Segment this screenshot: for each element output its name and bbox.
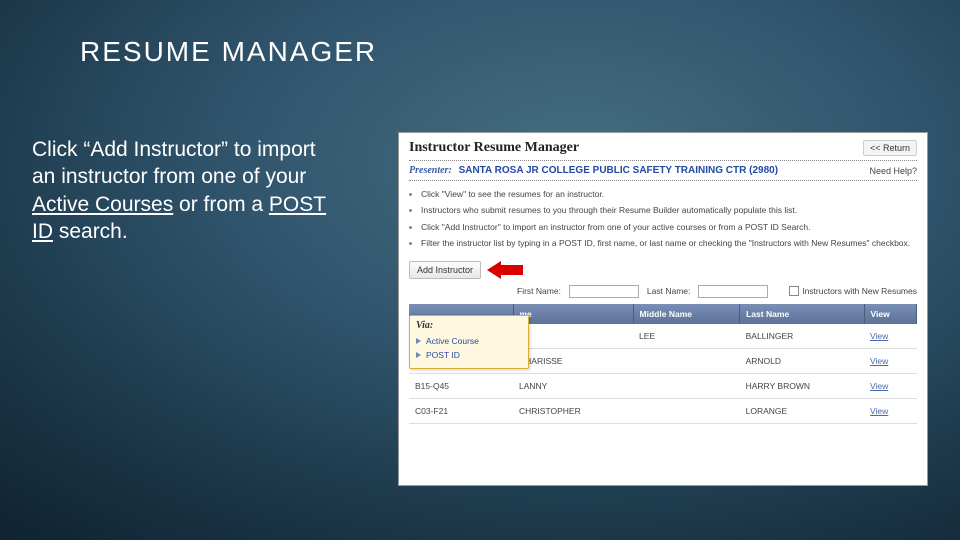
last-name-label: Last Name: bbox=[647, 286, 690, 296]
cell-middlename bbox=[633, 398, 740, 423]
presenter-row: Presenter: SANTA ROSA JR COLLEGE PUBLIC … bbox=[399, 161, 927, 180]
add-instructor-button[interactable]: Add Instructor bbox=[409, 261, 481, 279]
new-resumes-label: Instructors with New Resumes bbox=[802, 286, 917, 296]
col-header[interactable]: Middle Name bbox=[633, 304, 740, 324]
presenter-name: SANTA ROSA JR COLLEGE PUBLIC SAFETY TRAI… bbox=[459, 165, 778, 176]
instruction-mid: or from a bbox=[173, 193, 269, 216]
instruction-post: search. bbox=[53, 220, 128, 243]
view-link[interactable]: View bbox=[870, 331, 888, 341]
first-name-input[interactable] bbox=[569, 285, 639, 298]
cell-postid: B15-Q45 bbox=[409, 373, 513, 398]
app-window: Instructor Resume Manager << Return Pres… bbox=[398, 132, 928, 486]
slide-title: RESUME MANAGER bbox=[80, 36, 377, 68]
via-option-active-course[interactable]: Active Course bbox=[416, 334, 522, 348]
first-name-label: First Name: bbox=[517, 286, 561, 296]
cell-middlename: LEE bbox=[633, 324, 740, 349]
cell-lastname: LORANGE bbox=[740, 398, 864, 423]
presenter-label: Presenter: bbox=[409, 165, 452, 176]
cell-lastname: BALLINGER bbox=[740, 324, 864, 349]
via-popup-title: Via: bbox=[416, 320, 522, 331]
help-bullet: Instructors who submit resumes to you th… bbox=[421, 203, 917, 217]
view-link[interactable]: View bbox=[870, 406, 888, 416]
add-instructor-row: Add Instructor bbox=[399, 259, 927, 283]
return-button[interactable]: << Return bbox=[863, 140, 917, 156]
checkbox-icon bbox=[789, 286, 799, 296]
cell-lastname: ARNOLD bbox=[740, 348, 864, 373]
instruction-link-active-courses: Active Courses bbox=[32, 193, 173, 216]
window-titlebar: Instructor Resume Manager << Return bbox=[399, 133, 927, 160]
view-link[interactable]: View bbox=[870, 356, 888, 366]
via-popup: Via: Active Course POST ID bbox=[409, 315, 529, 369]
table-row: C03-F21 CHRISTOPHER LORANGE View bbox=[409, 398, 917, 423]
cell-firstname: CHRISTOPHER bbox=[513, 398, 633, 423]
callout-arrow-icon bbox=[487, 261, 523, 279]
help-bullets: Click "View" to see the resumes for an i… bbox=[399, 181, 927, 259]
col-header[interactable]: me bbox=[513, 304, 633, 324]
new-resumes-checkbox[interactable]: Instructors with New Resumes bbox=[789, 286, 917, 296]
help-bullet: Click "Add Instructor" to import an inst… bbox=[421, 220, 917, 234]
window-title: Instructor Resume Manager bbox=[409, 140, 579, 156]
need-help-link[interactable]: Need Help? bbox=[869, 166, 917, 176]
help-bullet: Click "View" to see the resumes for an i… bbox=[421, 187, 917, 201]
view-link[interactable]: View bbox=[870, 381, 888, 391]
cell-middlename bbox=[633, 348, 740, 373]
filter-row: First Name: Last Name: Instructors with … bbox=[399, 283, 927, 302]
col-header[interactable]: Last Name bbox=[740, 304, 864, 324]
table-row: B15-Q45 LANNY HARRY BROWN View bbox=[409, 373, 917, 398]
instruction-text: Click “Add Instructor” to import an inst… bbox=[32, 136, 342, 245]
cell-postid: C03-F21 bbox=[409, 398, 513, 423]
help-bullet: Filter the instructor list by typing in … bbox=[421, 236, 917, 250]
instruction-pre: Click “Add Instructor” to import an inst… bbox=[32, 138, 316, 188]
cell-lastname: HARRY BROWN bbox=[740, 373, 864, 398]
via-option-post-id[interactable]: POST ID bbox=[416, 348, 522, 362]
cell-firstname: LANNY bbox=[513, 373, 633, 398]
cell-firstname: CHARISSE bbox=[513, 348, 633, 373]
last-name-input[interactable] bbox=[698, 285, 768, 298]
cell-middlename bbox=[633, 373, 740, 398]
col-header[interactable]: View bbox=[864, 304, 916, 324]
cell-firstname bbox=[513, 324, 633, 349]
